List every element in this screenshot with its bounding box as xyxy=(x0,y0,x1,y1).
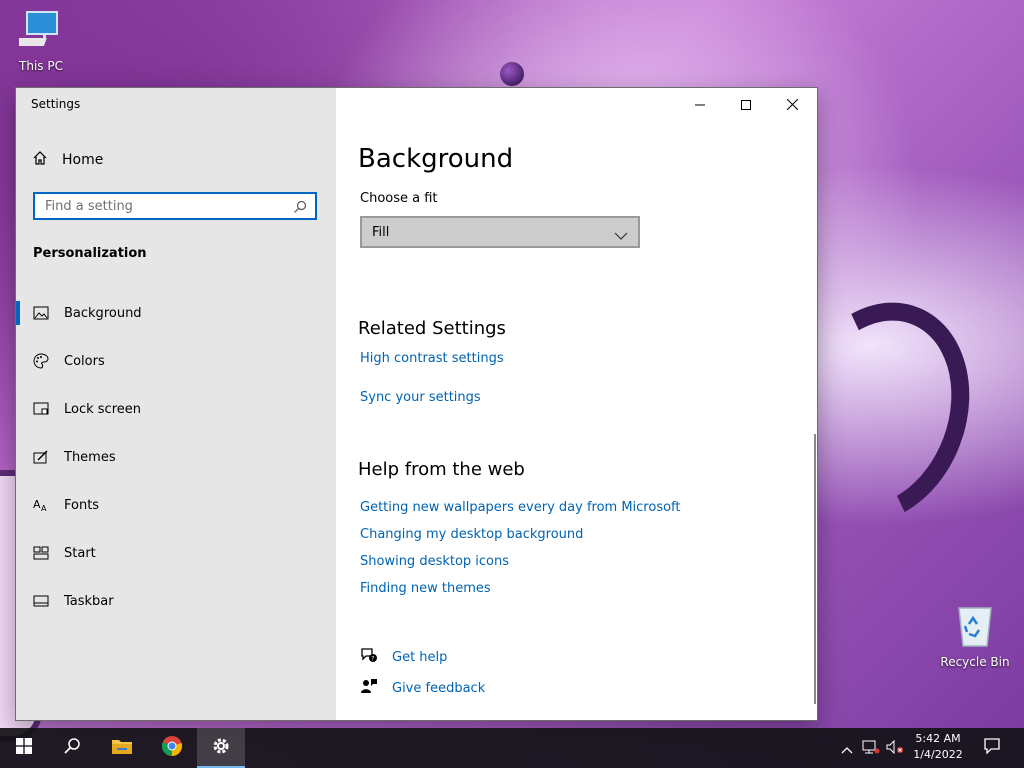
background-icon xyxy=(32,304,50,322)
desktop-icon-this-pc[interactable]: This PC xyxy=(6,10,76,73)
find-setting-search[interactable] xyxy=(33,192,317,220)
taskbar: 5:42 AM 1/4/2022 xyxy=(0,728,1024,768)
network-icon xyxy=(862,739,880,758)
notification-icon xyxy=(984,738,1000,758)
get-help-icon: ? xyxy=(360,647,378,667)
maximize-button[interactable] xyxy=(723,88,769,120)
home-nav-button[interactable]: Home xyxy=(32,150,103,170)
chevron-down-icon xyxy=(614,226,628,245)
sidebar-item-label: Background xyxy=(64,305,142,321)
scrollbar[interactable] xyxy=(814,434,816,704)
clock-date: 1/4/2022 xyxy=(913,748,963,761)
show-hidden-icons-button[interactable] xyxy=(838,728,856,768)
themes-icon xyxy=(32,448,50,466)
file-explorer-icon xyxy=(111,737,133,759)
settings-window: Settings Home Personalization xyxy=(16,88,817,720)
taskbar-clock[interactable]: 5:42 AM 1/4/2022 xyxy=(906,731,970,763)
sidebar-item-lock-screen[interactable]: Lock screen xyxy=(16,385,336,433)
high-contrast-settings-link[interactable]: High contrast settings xyxy=(360,351,504,366)
volume-muted-icon xyxy=(886,739,904,758)
minimize-button[interactable] xyxy=(677,88,723,120)
feedback-icon xyxy=(360,678,378,698)
maximize-icon xyxy=(741,95,751,114)
give-feedback-link[interactable]: Give feedback xyxy=(360,678,485,698)
choose-fit-label: Choose a fit xyxy=(360,191,438,206)
sidebar-item-background[interactable]: Background xyxy=(16,289,336,337)
action-center-button[interactable] xyxy=(978,728,1006,768)
window-title: Settings xyxy=(31,97,81,111)
clock-time: 5:42 AM xyxy=(915,732,961,745)
sync-settings-link[interactable]: Sync your settings xyxy=(360,390,481,405)
minimize-icon xyxy=(695,95,705,114)
related-settings-heading: Related Settings xyxy=(358,318,506,339)
file-explorer-button[interactable] xyxy=(98,728,146,768)
sidebar-item-label: Start xyxy=(64,545,96,561)
page-title: Background xyxy=(358,144,514,174)
computer-icon xyxy=(6,10,76,55)
sidebar-item-label: Colors xyxy=(64,353,105,369)
sidebar-item-label: Taskbar xyxy=(64,593,114,609)
fonts-icon: AA xyxy=(32,496,50,514)
start-icon xyxy=(32,544,50,562)
help-link-desktop-icons[interactable]: Showing desktop icons xyxy=(360,554,509,569)
taskbar-search-button[interactable] xyxy=(48,728,96,768)
home-label: Home xyxy=(62,152,104,168)
wallpaper-ornament xyxy=(500,62,524,86)
search-input[interactable] xyxy=(43,194,287,218)
section-title: Personalization xyxy=(33,246,147,261)
personalization-nav: Background Colors Lock screen Themes A A… xyxy=(16,289,336,625)
sidebar-item-colors[interactable]: Colors xyxy=(16,337,336,385)
taskbar-icon xyxy=(32,592,50,610)
settings-content: Background Choose a fit Fill Related Set… xyxy=(336,88,817,720)
help-link-new-themes[interactable]: Finding new themes xyxy=(360,581,491,596)
network-tray-button[interactable] xyxy=(860,728,882,768)
start-button[interactable] xyxy=(0,728,48,768)
palette-icon xyxy=(32,352,50,370)
sidebar-item-start[interactable]: Start xyxy=(16,529,336,577)
chevron-up-icon xyxy=(841,739,853,758)
chrome-button[interactable] xyxy=(148,728,196,768)
home-icon xyxy=(32,150,48,170)
search-icon[interactable] xyxy=(293,199,307,218)
settings-gear-icon xyxy=(211,736,231,760)
close-icon xyxy=(786,95,798,114)
choose-fit-value: Fill xyxy=(372,224,390,240)
give-feedback-label: Give feedback xyxy=(392,680,486,696)
sidebar-item-label: Themes xyxy=(64,449,116,465)
sidebar-item-label: Fonts xyxy=(64,497,100,513)
sidebar-item-label: Lock screen xyxy=(64,401,141,417)
get-help-link[interactable]: ? Get help xyxy=(360,647,447,667)
choose-fit-dropdown[interactable]: Fill xyxy=(360,216,640,248)
sidebar-item-taskbar[interactable]: Taskbar xyxy=(16,577,336,625)
volume-tray-button[interactable] xyxy=(884,728,906,768)
svg-text:A: A xyxy=(41,504,47,512)
settings-sidebar: Settings Home Personalization xyxy=(16,88,336,720)
close-button[interactable] xyxy=(769,88,815,120)
lock-screen-icon xyxy=(32,400,50,418)
svg-text:?: ? xyxy=(371,656,374,663)
help-from-web-heading: Help from the web xyxy=(358,459,525,480)
desktop-icon-label: Recycle Bin xyxy=(940,655,1010,669)
sidebar-item-fonts[interactable]: AA Fonts xyxy=(16,481,336,529)
windows-logo-icon xyxy=(16,738,32,758)
chrome-icon xyxy=(161,735,183,761)
help-link-new-wallpapers[interactable]: Getting new wallpapers every day from Mi… xyxy=(360,500,681,515)
desktop-icon-recycle-bin[interactable]: Recycle Bin xyxy=(940,602,1010,669)
settings-taskbar-button[interactable] xyxy=(197,728,245,768)
svg-text:A: A xyxy=(33,498,41,511)
recycle-bin-icon xyxy=(940,602,1010,651)
desktop-icon-label: This PC xyxy=(19,59,63,73)
sidebar-item-themes[interactable]: Themes xyxy=(16,433,336,481)
help-link-change-background[interactable]: Changing my desktop background xyxy=(360,527,583,542)
search-icon xyxy=(63,737,81,759)
get-help-label: Get help xyxy=(392,649,448,665)
